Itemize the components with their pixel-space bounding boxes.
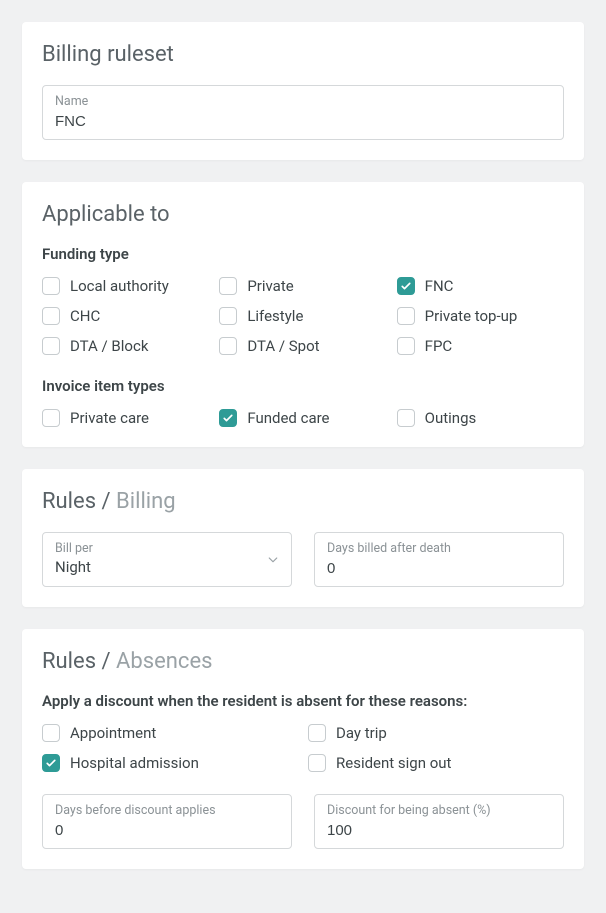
reason-hospital-admission[interactable]: Hospital admission <box>42 754 298 772</box>
checkbox-label: Lifestyle <box>247 307 303 325</box>
reason-appointment[interactable]: Appointment <box>42 724 298 742</box>
name-input[interactable] <box>55 113 551 130</box>
days-after-death-input[interactable] <box>327 560 551 577</box>
funding-type-local-authority[interactable]: Local authority <box>42 277 209 295</box>
checkbox-label: Resident sign out <box>336 754 451 772</box>
checkbox-icon <box>397 307 415 325</box>
funding-type-private[interactable]: Private <box>219 277 386 295</box>
reason-day-trip[interactable]: Day trip <box>308 724 564 742</box>
name-label: Name <box>55 94 551 109</box>
checkbox-icon <box>397 337 415 355</box>
bill-per-select[interactable]: Bill per Night <box>42 532 292 587</box>
checkbox-label: Day trip <box>336 724 387 742</box>
checkbox-label: DTA / Block <box>70 337 148 355</box>
checkbox-icon <box>219 409 237 427</box>
invoice-type-outings[interactable]: Outings <box>397 409 564 427</box>
checkbox-icon <box>397 409 415 427</box>
checkbox-label: Outings <box>425 409 477 427</box>
funding-type-label: Funding type <box>42 245 564 263</box>
checkbox-label: Funded care <box>247 409 329 427</box>
checkbox-icon <box>219 307 237 325</box>
checkbox-label: Appointment <box>70 724 156 742</box>
invoice-type-private-care[interactable]: Private care <box>42 409 209 427</box>
invoice-item-types-label: Invoice item types <box>42 377 564 395</box>
checkbox-label: DTA / Spot <box>247 337 319 355</box>
rules-billing-title: Rules / Billing <box>42 489 564 514</box>
checkbox-icon <box>308 754 326 772</box>
rules-absences-card: Rules / Absences Apply a discount when t… <box>22 629 584 869</box>
applicable-to-card: Applicable to Funding type Local authori… <box>22 182 584 447</box>
checkbox-icon <box>308 724 326 742</box>
checkbox-icon <box>42 307 60 325</box>
checkbox-label: FNC <box>425 277 454 295</box>
funding-type-grid: Local authority Private FNC CHC Lifestyl… <box>42 277 564 355</box>
invoice-item-types-grid: Private care Funded care Outings <box>42 409 564 427</box>
name-field-wrapper[interactable]: Name <box>42 85 564 140</box>
funding-type-dta-block[interactable]: DTA / Block <box>42 337 209 355</box>
rules-billing-suffix: Billing <box>116 489 176 514</box>
checkbox-icon <box>42 277 60 295</box>
billing-ruleset-card: Billing ruleset Name <box>22 22 584 160</box>
funding-type-lifestyle[interactable]: Lifestyle <box>219 307 386 325</box>
checkbox-label: CHC <box>70 307 100 325</box>
checkbox-icon <box>42 724 60 742</box>
checkbox-icon <box>42 337 60 355</box>
days-before-discount-label: Days before discount applies <box>55 803 279 818</box>
bill-per-label: Bill per <box>55 541 279 556</box>
days-after-death-field[interactable]: Days billed after death <box>314 532 564 587</box>
discount-percent-field[interactable]: Discount for being absent (%) <box>314 794 564 849</box>
invoice-type-funded-care[interactable]: Funded care <box>219 409 386 427</box>
checkbox-label: Private <box>247 277 293 295</box>
absences-description: Apply a discount when the resident is ab… <box>42 692 564 710</box>
rules-prefix: Rules / <box>42 489 116 514</box>
funding-type-fpc[interactable]: FPC <box>397 337 564 355</box>
discount-percent-input[interactable] <box>327 822 551 839</box>
absence-reason-grid: Appointment Day trip Hospital admission … <box>42 724 564 772</box>
rules-absences-title: Rules / Absences <box>42 649 564 674</box>
rules-prefix: Rules / <box>42 649 116 674</box>
funding-type-dta-spot[interactable]: DTA / Spot <box>219 337 386 355</box>
reason-resident-sign-out[interactable]: Resident sign out <box>308 754 564 772</box>
rules-absences-suffix: Absences <box>116 649 212 674</box>
billing-ruleset-title: Billing ruleset <box>42 42 564 67</box>
checkbox-label: FPC <box>425 337 453 355</box>
funding-type-fnc[interactable]: FNC <box>397 277 564 295</box>
checkbox-icon <box>42 409 60 427</box>
checkbox-icon <box>397 277 415 295</box>
funding-type-chc[interactable]: CHC <box>42 307 209 325</box>
checkbox-label: Local authority <box>70 277 169 295</box>
bill-per-value: Night <box>55 558 279 576</box>
funding-type-private-topup[interactable]: Private top-up <box>397 307 564 325</box>
checkbox-icon <box>42 754 60 772</box>
applicable-to-title: Applicable to <box>42 202 564 227</box>
checkbox-label: Private top-up <box>425 307 518 325</box>
discount-percent-label: Discount for being absent (%) <box>327 803 551 818</box>
rules-billing-card: Rules / Billing Bill per Night Days bill… <box>22 469 584 607</box>
checkbox-icon <box>219 337 237 355</box>
days-after-death-label: Days billed after death <box>327 541 551 556</box>
checkbox-icon <box>219 277 237 295</box>
checkbox-label: Hospital admission <box>70 754 199 772</box>
days-before-discount-input[interactable] <box>55 822 279 839</box>
checkbox-label: Private care <box>70 409 149 427</box>
days-before-discount-field[interactable]: Days before discount applies <box>42 794 292 849</box>
